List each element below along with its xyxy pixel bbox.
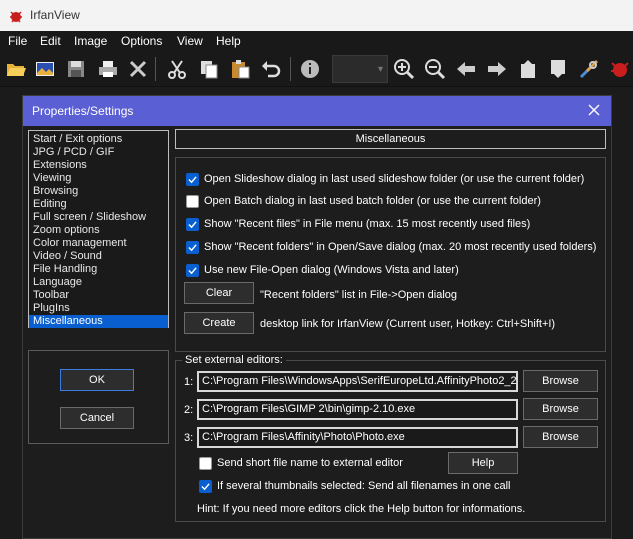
dialog-titlebar: Properties/Settings — [23, 96, 611, 126]
previous-icon[interactable] — [454, 57, 478, 81]
option-row[interactable]: Show "Recent files" in File menu (max. 1… — [186, 216, 530, 232]
category-item[interactable]: Zoom options — [29, 224, 168, 237]
checkbox[interactable] — [186, 194, 199, 208]
toolbar-separator — [290, 57, 291, 81]
dialog-title: Properties/Settings — [32, 104, 134, 118]
option-row[interactable]: Show "Recent folders" in Open/Save dialo… — [186, 239, 596, 255]
zoom-combo[interactable]: ▾ — [332, 55, 388, 83]
undo-icon[interactable] — [259, 57, 283, 81]
category-item[interactable]: Toolbar — [29, 289, 168, 302]
editors-hint: Hint: If you need more editors click the… — [197, 503, 526, 515]
create-description: desktop link for IrfanView (Current user… — [260, 318, 556, 330]
section-title: Miscellaneous — [175, 129, 606, 149]
clear-description: "Recent folders" list in File->Open dial… — [260, 289, 458, 301]
category-item[interactable]: Language — [29, 276, 168, 289]
option-label: Open Batch dialog in last used batch fol… — [204, 195, 541, 207]
category-item-selected[interactable]: Miscellaneous — [29, 315, 168, 328]
editor-number: 1: — [184, 376, 194, 388]
save-icon[interactable] — [64, 57, 88, 81]
browse-button-3[interactable]: Browse — [523, 426, 598, 448]
ok-button[interactable]: OK — [60, 369, 134, 391]
app-titlebar: IrfanView — [0, 0, 633, 31]
menu-bar: File Edit Image Options View Help — [0, 31, 633, 51]
toolbar — [0, 51, 633, 87]
close-icon[interactable] — [585, 101, 603, 119]
category-item[interactable]: Viewing — [29, 172, 168, 185]
editor-number: 3: — [184, 432, 194, 444]
browse-button-2[interactable]: Browse — [523, 398, 598, 420]
menu-options[interactable]: Options — [121, 34, 162, 48]
first-page-icon[interactable] — [516, 57, 540, 81]
paste-icon[interactable] — [228, 57, 252, 81]
option-row[interactable]: Open Batch dialog in last used batch fol… — [186, 193, 541, 209]
multi-files-row[interactable]: If several thumbnails selected: Send all… — [199, 478, 511, 494]
irfanview-icon[interactable] — [607, 57, 631, 81]
menu-edit[interactable]: Edit — [40, 34, 61, 48]
checkbox[interactable] — [199, 456, 212, 470]
category-item[interactable]: Start / Exit options — [29, 133, 168, 146]
delete-icon[interactable] — [126, 57, 150, 81]
clear-button[interactable]: Clear — [184, 282, 254, 304]
category-item[interactable]: File Handling — [29, 263, 168, 276]
editors-legend: Set external editors: — [182, 354, 286, 366]
checkbox[interactable] — [186, 240, 199, 254]
toolbar-separator — [155, 57, 156, 81]
category-item[interactable]: JPG / PCD / GIF — [29, 146, 168, 159]
app-title: IrfanView — [30, 8, 80, 22]
category-item[interactable]: Extensions — [29, 159, 168, 172]
settings-dialog: Properties/Settings Start / Exit options… — [22, 95, 612, 539]
category-item[interactable]: Full screen / Slideshow — [29, 211, 168, 224]
external-editors-group: Set external editors: 1: C:\Program File… — [175, 354, 606, 522]
menu-file[interactable]: File — [8, 34, 27, 48]
help-button[interactable]: Help — [448, 452, 518, 474]
create-button[interactable]: Create — [184, 312, 254, 334]
category-item[interactable]: Editing — [29, 198, 168, 211]
checkbox[interactable] — [186, 172, 199, 186]
menu-view[interactable]: View — [177, 34, 203, 48]
editor-path-input-1[interactable]: C:\Program Files\WindowsApps\SerifEurope… — [197, 371, 518, 392]
category-item[interactable]: Video / Sound — [29, 250, 168, 263]
next-icon[interactable] — [485, 57, 509, 81]
zoom-in-icon[interactable] — [392, 57, 416, 81]
category-list[interactable]: Start / Exit options JPG / PCD / GIF Ext… — [28, 130, 169, 328]
option-row[interactable]: Use new File-Open dialog (Windows Vista … — [186, 262, 459, 278]
category-item[interactable]: PlugIns — [29, 302, 168, 315]
settings-icon[interactable] — [577, 57, 601, 81]
open-folder-icon[interactable] — [4, 57, 28, 81]
option-label: Use new File-Open dialog (Windows Vista … — [204, 264, 459, 276]
checkbox[interactable] — [186, 217, 199, 231]
thumbnails-icon[interactable] — [33, 57, 57, 81]
irfanview-logo-icon — [8, 8, 24, 24]
browse-button-1[interactable]: Browse — [523, 370, 598, 392]
last-page-icon[interactable] — [546, 57, 570, 81]
multi-files-label: If several thumbnails selected: Send all… — [217, 480, 511, 492]
menu-help[interactable]: Help — [216, 34, 241, 48]
option-label: Show "Recent files" in File menu (max. 1… — [204, 218, 531, 230]
editor-number: 2: — [184, 404, 194, 416]
checkbox[interactable] — [199, 479, 212, 493]
copy-icon[interactable] — [197, 57, 221, 81]
cancel-button[interactable]: Cancel — [60, 407, 134, 429]
short-name-label: Send short file name to external editor — [217, 457, 403, 469]
dialog-button-panel: OK Cancel — [28, 350, 169, 444]
misc-options-group: Open Slideshow dialog in last used slide… — [175, 157, 606, 352]
cut-icon[interactable] — [165, 57, 189, 81]
option-row[interactable]: Open Slideshow dialog in last used slide… — [186, 171, 584, 187]
category-item[interactable]: Browsing — [29, 185, 168, 198]
print-icon[interactable] — [96, 57, 120, 81]
zoom-out-icon[interactable] — [423, 57, 447, 81]
editor-path-input-2[interactable]: C:\Program Files\GIMP 2\bin\gimp-2.10.ex… — [197, 399, 518, 420]
checkbox[interactable] — [186, 263, 199, 277]
chevron-down-icon: ▾ — [377, 64, 383, 75]
editor-path-input-3[interactable]: C:\Program Files\Affinity\Photo\Photo.ex… — [197, 427, 518, 448]
option-label: Open Slideshow dialog in last used slide… — [204, 173, 585, 185]
short-name-row[interactable]: Send short file name to external editor — [199, 455, 403, 471]
info-icon[interactable] — [298, 57, 322, 81]
option-label: Show "Recent folders" in Open/Save dialo… — [204, 241, 597, 253]
category-item[interactable]: Color management — [29, 237, 168, 250]
menu-image[interactable]: Image — [74, 34, 107, 48]
